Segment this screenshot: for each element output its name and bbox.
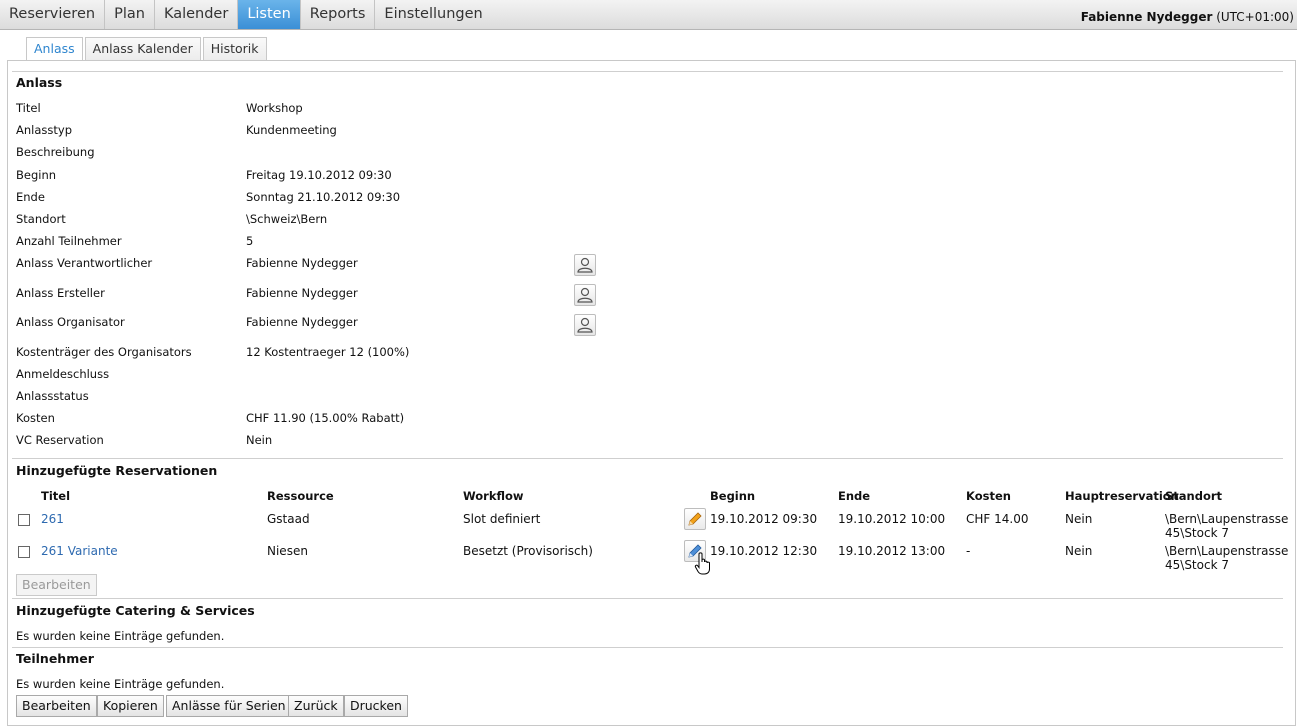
ersteller-person-button[interactable]	[574, 284, 596, 306]
menu-plan[interactable]: Plan	[105, 0, 155, 29]
verantwortlicher-label: Anlass Verantwortlicher	[16, 256, 153, 270]
menu-reservieren[interactable]: Reservieren	[0, 0, 106, 29]
pencil-icon	[688, 512, 702, 526]
standort-value: \Schweiz\Bern	[246, 212, 328, 226]
anlaesse-fuer-serien-button[interactable]: Anlässe für Serien	[166, 695, 292, 717]
teilnehmer-value: 5	[246, 234, 254, 248]
standort-label: Standort	[16, 212, 66, 226]
vc-value: Nein	[246, 433, 273, 447]
reservation-ende: 19.10.2012 10:00	[838, 512, 946, 526]
titel-value: Workshop	[246, 101, 303, 115]
anmeldeschluss-label: Anmeldeschluss	[16, 367, 110, 381]
edit-workflow-button[interactable]	[684, 508, 706, 530]
zurueck-button[interactable]: Zurück	[288, 695, 344, 717]
col-standort: Standort	[1165, 489, 1223, 503]
divider	[12, 647, 1283, 648]
ende-value: Sonntag 21.10.2012 09:30	[246, 190, 401, 204]
divider	[12, 71, 1283, 72]
reservation-ressource: Gstaad	[267, 512, 310, 526]
tab-bar: Anlass Anlass Kalender Historik	[26, 37, 269, 61]
verantwortlicher-value: Fabienne Nydegger	[246, 256, 358, 270]
organisator-label: Anlass Organisator	[16, 315, 125, 329]
col-ende: Ende	[838, 489, 871, 503]
reservation-title-link[interactable]: 261	[41, 512, 64, 526]
reservation-haupt: Nein	[1065, 512, 1093, 526]
reservation-ressource: Niesen	[267, 544, 308, 558]
row-checkbox[interactable]	[18, 546, 30, 558]
kostentraeger-value: 12 Kostentraeger 12 (100%)	[246, 345, 410, 359]
tab-historik[interactable]: Historik	[202, 37, 267, 60]
menu-kalender[interactable]: Kalender	[155, 0, 239, 29]
kostentraeger-label: Kostenträger des Organisators	[16, 345, 192, 359]
reservation-standort-line1: \Bern\Laupenstrasse	[1165, 512, 1289, 526]
reservation-standort-line1: \Bern\Laupenstrasse	[1165, 544, 1289, 558]
anlasstyp-label: Anlasstyp	[16, 123, 72, 137]
ersteller-value: Fabienne Nydegger	[246, 286, 358, 300]
organisator-value: Fabienne Nydegger	[246, 315, 358, 329]
col-kosten: Kosten	[966, 489, 1011, 503]
col-beginn: Beginn	[710, 489, 756, 503]
col-ressource: Ressource	[267, 489, 334, 503]
menu-listen[interactable]: Listen	[238, 0, 301, 29]
person-icon	[577, 257, 593, 273]
drucken-button[interactable]: Drucken	[344, 695, 408, 717]
user-timezone: (UTC+01:00)	[1216, 10, 1294, 24]
reservation-standort-line2: 45\Stock 7	[1165, 558, 1229, 572]
reservationen-heading: Hinzugefügte Reservationen	[16, 463, 218, 478]
user-info: Fabienne Nydegger (UTC+01:00)	[1081, 0, 1294, 34]
reservation-workflow: Besetzt (Provisorisch)	[463, 544, 593, 558]
kosten-label: Kosten	[16, 411, 55, 425]
kosten-value: CHF 11.90 (15.00% Rabatt)	[246, 411, 405, 425]
main-menu: Reservieren Plan Kalender Listen Reports…	[0, 0, 492, 29]
catering-empty-text: Es wurden keine Einträge gefunden.	[16, 629, 225, 643]
menu-einstellungen[interactable]: Einstellungen	[375, 0, 491, 29]
col-titel: Titel	[41, 489, 71, 503]
teilnehmer-heading: Teilnehmer	[16, 651, 94, 666]
tab-anlass[interactable]: Anlass	[26, 37, 83, 61]
reservation-kosten: CHF 14.00	[966, 512, 1029, 526]
person-icon	[577, 317, 593, 333]
reservation-standort-line2: 45\Stock 7	[1165, 526, 1229, 540]
bearbeiten-button[interactable]: Bearbeiten	[16, 695, 97, 717]
reservation-beginn: 19.10.2012 12:30	[710, 544, 818, 558]
row-checkbox[interactable]	[18, 514, 30, 526]
person-icon	[577, 287, 593, 303]
reservation-title-link[interactable]: 261 Variante	[41, 544, 118, 558]
catering-heading: Hinzugefügte Catering & Services	[16, 603, 255, 618]
anlassstatus-label: Anlassstatus	[16, 389, 89, 403]
organisator-person-button[interactable]	[574, 314, 596, 336]
col-workflow: Workflow	[463, 489, 524, 503]
reservation-beginn: 19.10.2012 09:30	[710, 512, 818, 526]
tab-anlass-kalender[interactable]: Anlass Kalender	[84, 37, 201, 60]
titel-label: Titel	[16, 101, 41, 115]
content-panel	[7, 60, 1296, 726]
beginn-label: Beginn	[16, 168, 57, 182]
reservation-ende: 19.10.2012 13:00	[838, 544, 946, 558]
reservation-kosten: -	[966, 544, 971, 558]
verantwortlicher-person-button[interactable]	[574, 254, 596, 276]
divider	[12, 458, 1283, 459]
user-name: Fabienne Nydegger	[1080, 10, 1213, 24]
beschreibung-label: Beschreibung	[16, 145, 95, 159]
kopieren-button[interactable]: Kopieren	[97, 695, 164, 717]
reservation-haupt: Nein	[1065, 544, 1093, 558]
vc-label: VC Reservation	[16, 433, 104, 447]
col-hauptreservation: Hauptreservation	[1065, 489, 1179, 503]
ersteller-label: Anlass Ersteller	[16, 286, 105, 300]
anlass-heading: Anlass	[16, 75, 63, 90]
reservationen-bearbeiten-button[interactable]: Bearbeiten	[16, 574, 97, 596]
beginn-value: Freitag 19.10.2012 09:30	[246, 168, 392, 182]
divider	[12, 598, 1283, 599]
anlasstyp-value: Kundenmeeting	[246, 123, 337, 137]
teilnehmer-empty-text: Es wurden keine Einträge gefunden.	[16, 677, 225, 691]
ende-label: Ende	[16, 190, 45, 204]
teilnehmer-label: Anzahl Teilnehmer	[16, 234, 122, 248]
menu-reports[interactable]: Reports	[301, 0, 376, 29]
reservation-workflow: Slot definiert	[463, 512, 541, 526]
